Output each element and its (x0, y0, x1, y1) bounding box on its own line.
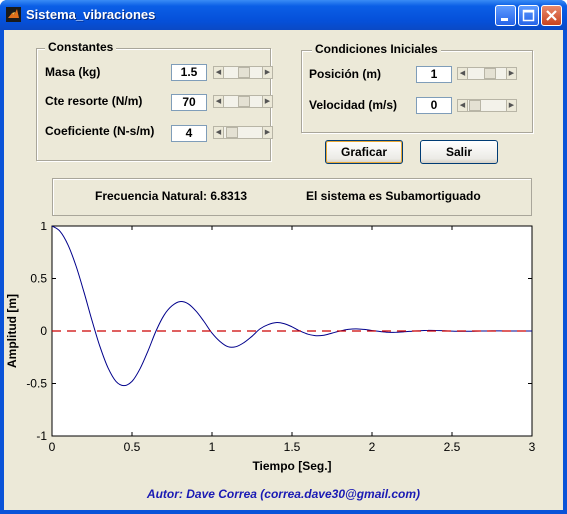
constantes-title: Constantes (45, 40, 117, 54)
slider-thumb[interactable] (469, 100, 481, 111)
window: Sistema_vibraciones Constantes Masa (kg)… (0, 0, 567, 514)
estado-sistema-text: El sistema es Subamortiguado (306, 189, 481, 203)
y-tick-label: 0.5 (30, 272, 47, 286)
y-axis-label: Amplitud [m] (5, 294, 19, 368)
coeficiente-slider[interactable]: ◀ ▶ (213, 126, 273, 139)
x-tick-label: 2.5 (444, 440, 461, 454)
slider-thumb[interactable] (484, 68, 496, 79)
cte-resorte-label: Cte resorte (N/m) (45, 94, 143, 108)
y-tick-label: -0.5 (26, 377, 47, 391)
condiciones-group: Condiciones Iniciales (301, 42, 533, 133)
y-tick-label: 1 (40, 222, 47, 233)
slider-thumb[interactable] (238, 67, 250, 78)
salir-button[interactable]: Salir (420, 140, 498, 164)
masa-label: Masa (kg) (45, 65, 101, 79)
slider-right-arrow-icon[interactable]: ▶ (506, 68, 516, 79)
slider-left-arrow-icon[interactable]: ◀ (458, 100, 468, 111)
cte-resorte-slider[interactable]: ◀ ▶ (213, 95, 273, 108)
condiciones-title: Condiciones Iniciales (312, 42, 441, 56)
x-tick-label: 1.5 (284, 440, 301, 454)
graficar-button[interactable]: Graficar (325, 140, 403, 164)
velocidad-input[interactable]: 0 (416, 97, 452, 114)
masa-input[interactable]: 1.5 (171, 64, 207, 81)
coeficiente-input[interactable]: 4 (171, 125, 207, 142)
slider-thumb[interactable] (238, 96, 250, 107)
author-credit: Autor: Dave Correa (correa.dave30@gmail.… (146, 487, 421, 501)
window-title: Sistema_vibraciones (26, 7, 156, 22)
velocidad-label: Velocidad (m/s) (309, 98, 398, 112)
coeficiente-label: Coeficiente (N-s/m) (45, 124, 155, 138)
slider-left-arrow-icon[interactable]: ◀ (458, 68, 468, 79)
client-area: Constantes Masa (kg) 1.5 ◀ ▶ Cte resorte… (4, 30, 563, 510)
x-axis-label: Tiempo [Seg.] (252, 459, 331, 473)
velocidad-slider[interactable]: ◀ ▶ (457, 99, 517, 112)
x-tick-label: 2 (369, 440, 376, 454)
frecuencia-natural-text: Frecuencia Natural: 6.8313 (95, 189, 248, 203)
slider-right-arrow-icon[interactable]: ▶ (506, 100, 516, 111)
amplitude-chart: 0 0.5 1 1.5 2 2.5 3 1 0.5 0 -0.5 -1 Tiempo [Seg.] A… (5, 222, 536, 473)
matlab-app-icon (6, 7, 21, 22)
slider-left-arrow-icon[interactable]: ◀ (214, 127, 224, 138)
posicion-input[interactable]: 1 (416, 66, 452, 83)
slider-left-arrow-icon[interactable]: ◀ (214, 67, 224, 78)
slider-thumb[interactable] (226, 127, 238, 138)
info-panel: Frecuencia Natural: 6.8313 El sistema es… (52, 178, 532, 216)
y-tick-label: 0 (40, 324, 47, 338)
slider-right-arrow-icon[interactable]: ▶ (262, 96, 272, 107)
x-tick-label: 3 (529, 440, 536, 454)
close-icon (546, 10, 557, 21)
posicion-slider[interactable]: ◀ ▶ (457, 67, 517, 80)
y-tick-label: -1 (36, 429, 47, 443)
posicion-label: Posición (m) (309, 67, 382, 81)
minimize-icon (501, 18, 508, 21)
x-tick-label: 1 (209, 440, 216, 454)
maximize-button[interactable] (518, 5, 539, 26)
slider-left-arrow-icon[interactable]: ◀ (214, 96, 224, 107)
masa-slider[interactable]: ◀ ▶ (213, 66, 273, 79)
maximize-icon (522, 9, 535, 22)
cte-resorte-input[interactable]: 70 (171, 94, 207, 111)
x-tick-label: 0 (49, 440, 56, 454)
title-bar[interactable]: Sistema_vibraciones (0, 0, 567, 30)
minimize-button[interactable] (495, 5, 516, 26)
slider-right-arrow-icon[interactable]: ▶ (262, 67, 272, 78)
slider-right-arrow-icon[interactable]: ▶ (262, 127, 272, 138)
x-tick-label: 0.5 (124, 440, 141, 454)
close-button[interactable] (541, 5, 562, 26)
